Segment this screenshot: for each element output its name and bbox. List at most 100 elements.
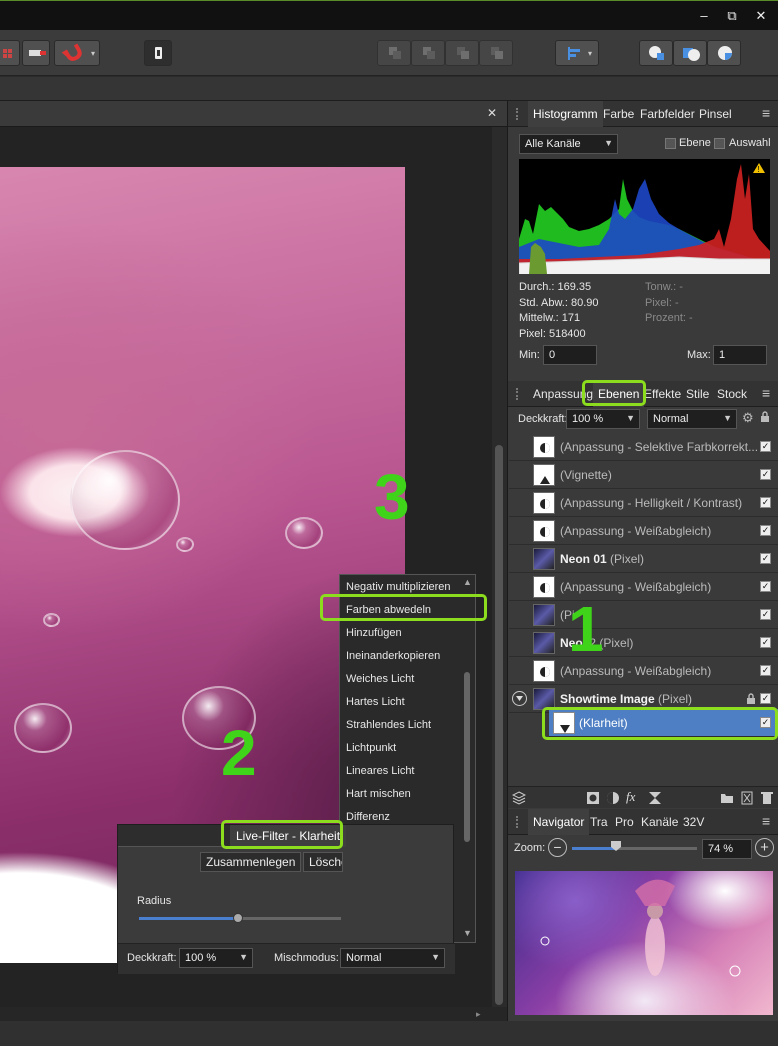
max-input[interactable]: 1	[713, 345, 767, 365]
layer-row[interactable]: Neon 01 (Pixel) ✓	[509, 545, 778, 573]
layer-visibility-checkbox[interactable]: ✓	[760, 637, 771, 648]
boolean-intersect-icon[interactable]	[707, 40, 741, 66]
grip-icon[interactable]	[516, 388, 520, 400]
tab-transform[interactable]: Tra	[590, 809, 608, 835]
tab-histogram[interactable]: Histogramm	[528, 101, 603, 127]
layer-checkbox[interactable]	[665, 138, 676, 149]
vertical-scroll-thumb[interactable]	[495, 445, 503, 1005]
tab-color[interactable]: Farbe	[603, 101, 634, 127]
blend-mode-option[interactable]: Hinzufügen	[346, 622, 402, 645]
align-to-selection-icon[interactable]	[22, 40, 50, 66]
layer-visibility-checkbox[interactable]: ✓	[760, 693, 771, 704]
layer-visibility-checkbox[interactable]: ✓	[760, 609, 771, 620]
tab-styles[interactable]: Stile	[686, 381, 709, 407]
layer-visibility-checkbox[interactable]: ✓	[760, 441, 771, 452]
blend-mode-option[interactable]: Lichtpunkt	[346, 737, 396, 760]
channel-select[interactable]: Alle Kanäle ▼	[519, 134, 618, 154]
mask-icon[interactable]	[586, 791, 600, 805]
dropdown-scroll-thumb[interactable]	[464, 672, 470, 842]
tab-navigator[interactable]: Navigator	[528, 809, 590, 835]
layer-row[interactable]: (Anpassung - Helligkeit / Kontrast) ✓	[509, 489, 778, 517]
horizontal-scrollbar[interactable]: ▸	[0, 1007, 507, 1021]
delete-button[interactable]: Lösche	[303, 852, 343, 872]
stat-level: Tonw.: -	[645, 281, 683, 293]
adjustment-icon[interactable]	[606, 791, 620, 805]
restore-button[interactable]: ⧉	[722, 7, 742, 25]
arrange-backward-icon[interactable]	[411, 40, 445, 66]
tab-stock[interactable]: Stock	[717, 381, 747, 407]
scroll-right-arrow-icon[interactable]: ▸	[476, 1009, 481, 1020]
close-document-button[interactable]: ✕	[487, 106, 497, 120]
layer-opacity-select[interactable]: 100 % ▼	[566, 409, 640, 429]
layer-visibility-checkbox[interactable]: ✓	[760, 497, 771, 508]
arrange-forward-icon[interactable]	[445, 40, 479, 66]
align-left-icon[interactable]: ▾	[555, 40, 599, 66]
tab-brushes[interactable]: Pinsel	[699, 101, 732, 127]
layer-row[interactable]: (Anpassung - Selektive Farbkorrekt... ✓	[509, 433, 778, 461]
boolean-subtract-icon[interactable]	[673, 40, 707, 66]
blend-mode-option[interactable]: Ineinanderkopieren	[346, 645, 440, 668]
tab-32v[interactable]: 32V	[683, 809, 704, 835]
snapping-magnet-icon[interactable]: ▾	[54, 40, 100, 66]
panel-menu-icon[interactable]: ≡	[762, 385, 770, 401]
layer-visibility-checkbox[interactable]: ✓	[760, 665, 771, 676]
panel-menu-icon[interactable]: ≡	[762, 813, 770, 829]
trash-icon[interactable]	[760, 791, 774, 805]
folder-icon[interactable]	[720, 791, 734, 805]
dropdown-scroll-up-icon[interactable]: ▲	[463, 577, 472, 587]
grid-icon[interactable]	[0, 40, 20, 66]
highlight-farben-abwedeln	[320, 594, 487, 621]
live-filter-icon[interactable]	[648, 791, 662, 805]
minimize-button[interactable]: –	[694, 7, 714, 25]
gear-icon[interactable]: ⚙	[742, 410, 754, 426]
blend-mode-option[interactable]: Hart mischen	[346, 783, 411, 806]
layer-row[interactable]: (Pi ✓	[509, 601, 778, 629]
fx-icon[interactable]: fx	[626, 789, 635, 805]
blend-mode-option[interactable]: Weiches Licht	[346, 668, 414, 691]
close-window-button[interactable]: ✕	[751, 7, 771, 25]
tab-swatches[interactable]: Farbfelder	[640, 101, 695, 127]
boolean-add-icon[interactable]	[639, 40, 673, 66]
zoom-out-button[interactable]: −	[548, 838, 567, 857]
filter-opacity-select[interactable]: 100 % ▼	[179, 948, 253, 968]
layer-row[interactable]: (Anpassung - Weißabgleich) ✓	[509, 573, 778, 601]
layer-row[interactable]: Neo02 (Pixel) ✓	[509, 629, 778, 657]
text-cursor-icon[interactable]	[144, 40, 172, 66]
layer-blend-mode-select[interactable]: Normal ▼	[647, 409, 737, 429]
arrange-front-icon[interactable]	[479, 40, 513, 66]
layer-visibility-checkbox[interactable]: ✓	[760, 469, 771, 480]
filter-opacity-value: 100 %	[185, 952, 217, 964]
layer-row[interactable]: (Vignette) ✓	[509, 461, 778, 489]
navigator-preview[interactable]	[515, 871, 773, 1015]
grip-icon[interactable]	[516, 108, 520, 120]
layers-stack-icon[interactable]	[512, 791, 526, 805]
lock-icon[interactable]	[760, 411, 770, 426]
filter-blend-select[interactable]: Normal ▼	[340, 948, 445, 968]
merge-button[interactable]: Zusammenlegen	[200, 852, 302, 872]
layer-row[interactable]: (Anpassung - Weißabgleich) ✓	[509, 517, 778, 545]
panel-menu-icon[interactable]: ≡	[762, 105, 770, 121]
zoom-input[interactable]: 74 %	[702, 839, 752, 859]
new-layer-icon[interactable]	[740, 791, 754, 805]
layer-visibility-checkbox[interactable]: ✓	[760, 553, 771, 564]
svg-text:!: !	[758, 165, 760, 174]
zoom-slider-thumb[interactable]	[610, 840, 622, 855]
layer-visibility-checkbox[interactable]: ✓	[760, 581, 771, 592]
grip-icon[interactable]	[516, 816, 520, 828]
lock-icon[interactable]	[746, 693, 756, 705]
blend-mode-option[interactable]: Lineares Licht	[346, 760, 415, 783]
tab-channels[interactable]: Kanäle	[641, 809, 678, 835]
blend-mode-option[interactable]: Strahlendes Licht	[346, 714, 431, 737]
layer-row[interactable]: (Anpassung - Weißabgleich) ✓	[509, 657, 778, 685]
radius-slider-thumb[interactable]	[232, 913, 243, 923]
tab-protocol[interactable]: Pro	[615, 809, 634, 835]
zoom-in-button[interactable]: +	[755, 838, 774, 857]
arrange-back-icon[interactable]	[377, 40, 411, 66]
min-input[interactable]: 0	[543, 345, 597, 365]
layer-visibility-checkbox[interactable]: ✓	[760, 525, 771, 536]
expand-toggle-icon[interactable]	[512, 691, 527, 706]
dropdown-scroll-down-icon[interactable]: ▼	[463, 928, 472, 938]
selection-checkbox[interactable]	[714, 138, 725, 149]
blend-mode-option[interactable]: Hartes Licht	[346, 691, 405, 714]
tab-effects[interactable]: Effekte	[644, 381, 681, 407]
